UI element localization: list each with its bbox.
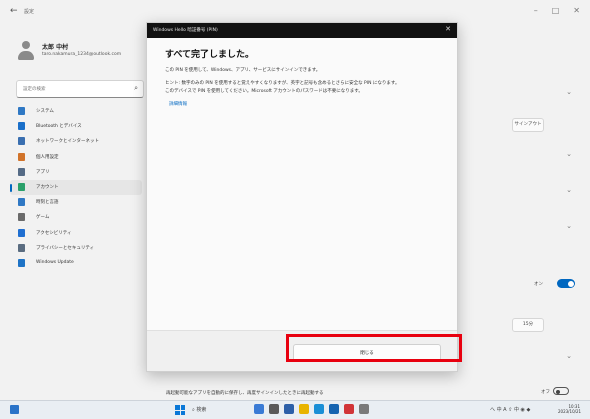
dialog-text-line-2: ヒント: 数字のみの PIN を使用すると覚えやすくなりますが、英字と記号も含め… (165, 81, 400, 86)
system-tray[interactable]: へ 中 A ⇧ 中 ◉ ◆ (490, 406, 530, 413)
sidebar-item-label: システム (36, 109, 54, 114)
taskbar-search[interactable]: ⌕ 検索 (192, 406, 206, 413)
user-name: 太郎 中村 (42, 44, 69, 51)
settings-gear-icon[interactable] (359, 404, 369, 414)
chevron-down-icon[interactable]: ⌄ (566, 352, 572, 360)
folder-icon[interactable] (299, 404, 309, 414)
dialog-text-line-3: このデバイスで PIN を使用してください。Microsoft アカウントのパス… (165, 89, 363, 94)
dialog-titlebar: Windows Hello 暗証番号 (PIN) ✕ (147, 23, 457, 38)
chat-icon[interactable] (269, 404, 279, 414)
sidebar-item-label: ネットワークとインターネット (36, 139, 99, 145)
window-title: 設定 (24, 9, 35, 15)
sidebar-item-label: Windows Update (36, 259, 74, 265)
chevron-down-icon[interactable]: ⌄ (566, 150, 572, 158)
toggle-switch-on[interactable] (557, 279, 575, 288)
apps-icon (18, 167, 25, 176)
timeout-dropdown[interactable]: 15分 (512, 318, 544, 332)
gaming-icon (18, 213, 25, 222)
sidebar-item-label: プライバシーとセキュリティ (36, 245, 95, 251)
sidebar-item-label: アプリ (36, 169, 50, 175)
taskbar-apps (254, 404, 369, 414)
dialog-footer: 閉じる (147, 330, 457, 371)
restart-apps-setting-text: 再起動可能なアプリを自動的に保存し、再度サインインしたときに再起動する (166, 391, 324, 396)
sidebar-item-label: 時刻と言語 (36, 200, 59, 206)
sidebar-item-label: アクセシビリティ (36, 230, 72, 236)
sidebar-item[interactable]: アクセシビリティ (10, 226, 142, 241)
close-icon[interactable]: ✕ (445, 25, 451, 33)
toggle-switch-off[interactable] (553, 387, 569, 395)
task-view-icon[interactable] (254, 404, 264, 414)
store-icon[interactable] (329, 404, 339, 414)
learn-more-link[interactable]: 詳細情報 (169, 101, 187, 107)
accounts-icon (18, 182, 25, 191)
dialog-text-line-1: この PIN を使用して、Windows、アプリ、サービスにサインインできます。 (165, 68, 321, 73)
clock-date: 2023/10/21 (558, 409, 582, 414)
bluetooth-icon (18, 122, 25, 131)
dialog-title: Windows Hello 暗証番号 (PIN) (153, 28, 218, 33)
dialog-heading: すべて完了しました。 (165, 50, 255, 60)
sidebar-item-label: ゲーム (36, 215, 50, 221)
bottom-toggle-label: オフ (541, 390, 550, 395)
user-profile[interactable]: 太郎 中村 taro.nakamura_1234@outlook.com (16, 40, 146, 64)
sidebar-item[interactable]: Bluetooth とデバイス (10, 119, 142, 134)
back-arrow-icon[interactable]: ← (10, 6, 18, 16)
sidebar-item[interactable]: ネットワークとインターネット (10, 134, 142, 149)
sidebar-item[interactable]: システム (10, 104, 142, 119)
system-icon (18, 107, 25, 115)
pin-setup-dialog: Windows Hello 暗証番号 (PIN) ✕ すべて完了しました。 この… (146, 22, 458, 372)
search-placeholder: 設定の検索 (23, 87, 46, 92)
widgets-icon[interactable] (10, 405, 19, 414)
taskbar: ⌕ 検索 へ 中 A ⇧ 中 ◉ ◆ 10:31 2023/10/21 (0, 400, 590, 419)
settings-search-input[interactable]: 設定の検索 ⌕ (16, 80, 144, 98)
update-icon (18, 258, 25, 267)
sidebar-item-label: Bluetooth とデバイス (36, 124, 82, 130)
sidebar-item[interactable]: アプリ (10, 165, 142, 180)
clock[interactable]: 10:31 2023/10/21 (558, 404, 582, 414)
edge-icon[interactable] (314, 404, 324, 414)
file-explorer-icon[interactable] (284, 404, 294, 414)
privacy-icon (18, 243, 25, 252)
sidebar-item[interactable]: プライバシーとセキュリティ (10, 241, 142, 256)
taskbar-search-label: 検索 (196, 407, 207, 413)
time-language-icon (18, 198, 25, 207)
sidebar-item[interactable]: 個人用設定 (10, 150, 142, 165)
search-icon: ⌕ (134, 84, 138, 92)
chevron-down-icon[interactable]: ⌄ (566, 222, 572, 230)
user-email: taro.nakamura_1234@outlook.com (42, 52, 122, 57)
sidebar-item[interactable]: 時刻と言語 (10, 195, 142, 210)
sidebar-item-label: アカウント (36, 184, 59, 190)
content-area: ⌄ サインアウト ⌄ ⌄ ⌄ オン 15分 ⌄ (460, 0, 590, 400)
network-icon (18, 137, 25, 146)
chevron-down-icon[interactable]: ⌄ (566, 88, 572, 96)
close-button[interactable]: 閉じる (293, 344, 441, 362)
start-icon[interactable] (175, 405, 185, 415)
sidebar-nav: システム Bluetooth とデバイスネットワークとインターネット 個人用設定アプ… (10, 104, 142, 271)
accessibility-icon (18, 228, 25, 237)
avatar (16, 40, 36, 62)
sidebar-item[interactable]: ゲーム (10, 210, 142, 225)
manage-button[interactable]: サインアウト (512, 118, 544, 132)
sidebar-item-label: 個人用設定 (36, 154, 59, 160)
sidebar-item[interactable]: アカウント (10, 179, 142, 196)
brush-icon (18, 152, 25, 161)
toggle-state-label: オン (534, 282, 543, 287)
office-icon[interactable] (344, 404, 354, 414)
chevron-down-icon[interactable]: ⌄ (566, 186, 572, 194)
sidebar-item[interactable]: Windows Update (10, 256, 142, 271)
